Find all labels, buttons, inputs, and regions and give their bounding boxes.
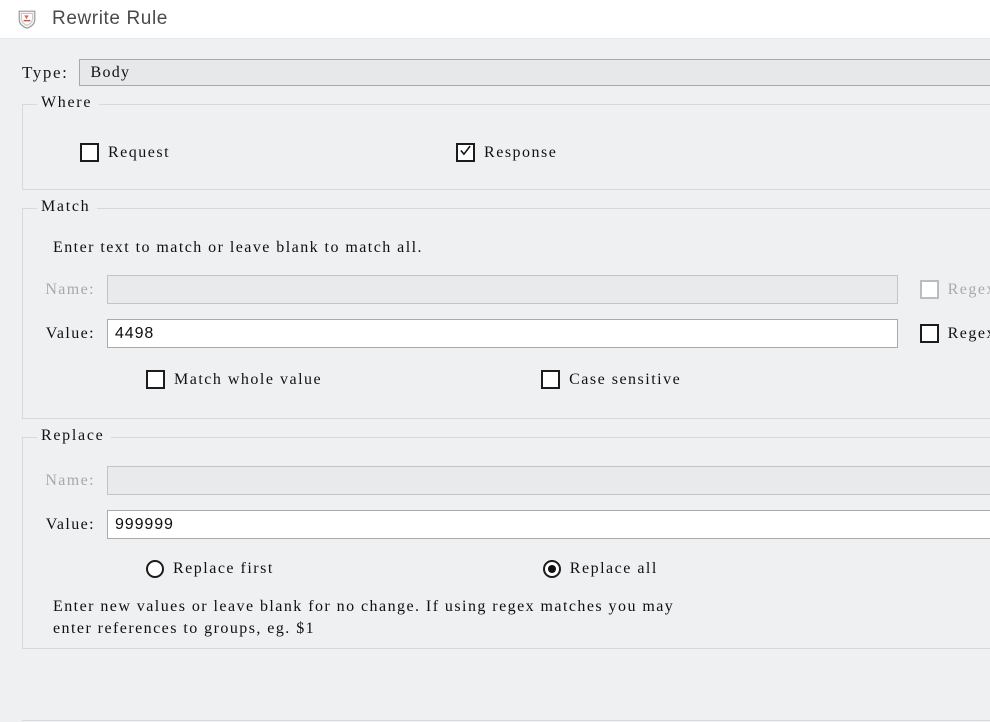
type-row: Type: Body <box>0 59 990 86</box>
replace-all-label: Replace all <box>569 560 658 577</box>
checkmark-icon <box>460 145 471 156</box>
match-name-label: Name: <box>45 280 95 298</box>
request-checkbox-option[interactable]: Request <box>80 143 170 162</box>
response-checkbox[interactable] <box>456 143 476 162</box>
request-checkbox[interactable] <box>80 143 99 162</box>
match-whole-value-checkbox[interactable] <box>146 370 165 389</box>
rewrite-rule-dialog: Rewrite Rule Type: Body Where Request Re… <box>0 0 990 722</box>
response-label: Response <box>484 143 558 161</box>
replace-value-input[interactable]: 999999 <box>107 510 990 539</box>
match-name-row: Name: Regex <box>23 275 990 304</box>
match-whole-value-option[interactable]: Match whole value <box>146 370 322 389</box>
window-title: Rewrite Rule <box>52 8 168 29</box>
match-name-regex-label: Regex <box>947 280 990 298</box>
replace-first-label: Replace first <box>173 560 274 577</box>
match-group: Match Enter text to match or leave blank… <box>22 198 990 419</box>
replace-group: Replace Name: Value: 999999 Replace firs… <box>22 427 990 649</box>
bottom-separator <box>22 720 990 721</box>
where-options-row: Request Response <box>23 143 990 162</box>
replace-name-input[interactable] <box>107 466 990 495</box>
match-group-title: Match <box>37 198 98 216</box>
match-value-regex-checkbox[interactable] <box>919 324 939 343</box>
type-combobox[interactable]: Body <box>79 59 990 86</box>
radio-dot-icon <box>547 565 556 573</box>
match-value-input[interactable]: 4498 <box>107 319 898 348</box>
match-value-regex-option[interactable]: Regex <box>919 324 990 343</box>
match-name-regex-option[interactable]: Regex <box>919 280 990 299</box>
match-value-row: Value: 4498 Regex <box>23 319 990 348</box>
replace-name-label: Name: <box>45 471 95 489</box>
match-value-label: Value: <box>45 324 95 342</box>
request-label: Request <box>108 143 171 161</box>
replace-mode-row: Replace first Replace all <box>23 560 990 578</box>
match-name-regex-checkbox[interactable] <box>919 280 939 299</box>
replace-group-title: Replace <box>37 427 112 445</box>
replace-value-label: Value: <box>45 515 95 533</box>
match-hint: Enter text to match or leave blank to ma… <box>53 239 423 256</box>
replace-hint-line-2: enter references to groups, eg. $1 <box>53 620 316 637</box>
dialog-content: Type: Body Where Request Response Match … <box>0 59 990 722</box>
where-group: Where Request Response <box>22 94 990 190</box>
response-checkbox-option[interactable]: Response <box>456 143 557 162</box>
replace-all-radio[interactable] <box>542 560 561 578</box>
where-group-title: Where <box>37 94 100 112</box>
type-label: Type: <box>22 62 69 82</box>
match-options-row: Match whole value Case sensitive <box>23 370 990 389</box>
replace-value-row: Value: 999999 <box>23 510 990 539</box>
title-bar: Rewrite Rule <box>0 0 990 39</box>
replace-hint-line-1: Enter new values or leave blank for no c… <box>53 598 675 615</box>
match-whole-value-label: Match whole value <box>174 370 323 388</box>
case-sensitive-checkbox[interactable] <box>541 370 561 389</box>
replace-all-option[interactable]: Replace all <box>542 560 658 578</box>
match-name-input[interactable] <box>107 275 898 304</box>
replace-name-row: Name: <box>23 466 990 495</box>
replace-first-option[interactable]: Replace first <box>146 560 274 578</box>
replace-first-radio[interactable] <box>146 560 164 578</box>
case-sensitive-option[interactable]: Case sensitive <box>541 370 681 389</box>
match-value-regex-label: Regex <box>947 324 990 342</box>
burp-shield-icon <box>18 10 36 29</box>
case-sensitive-label: Case sensitive <box>569 370 682 388</box>
